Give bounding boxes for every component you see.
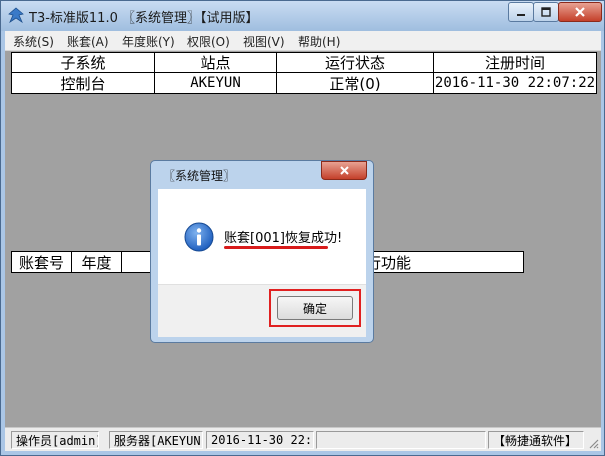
dialog-title: 〖系统管理〗 bbox=[163, 169, 236, 183]
close-icon bbox=[575, 7, 585, 17]
menu-view[interactable]: 视图(V) bbox=[243, 33, 285, 50]
dialog-message: 账套[001]恢复成功! bbox=[224, 231, 343, 246]
title-bar[interactable]: T3-标准版11.0 〖系统管理〗【试用版】 bbox=[1, 1, 604, 31]
status-operator: 操作员[admin] bbox=[11, 431, 99, 449]
column-header-year[interactable]: 年度 bbox=[72, 252, 122, 272]
resize-grip-icon[interactable] bbox=[587, 437, 599, 449]
column-header-status[interactable]: 运行状态 bbox=[277, 53, 434, 73]
table-cell-register-time[interactable]: 2016-11-30 22:07:22 bbox=[434, 73, 596, 93]
menu-help[interactable]: 帮助(H) bbox=[298, 33, 340, 50]
menu-permission[interactable]: 权限(O) bbox=[187, 33, 230, 50]
table-cell-status[interactable]: 正常(0) bbox=[277, 73, 434, 93]
red-underline-annotation bbox=[224, 246, 328, 249]
subsystem-table: 子系统 站点 运行状态 注册时间 控制台 AKEYUN 正常(0) 2016-1… bbox=[11, 52, 597, 94]
table-cell-subsystem[interactable]: 控制台 bbox=[12, 73, 155, 93]
app-logo-icon bbox=[8, 7, 24, 24]
table-cell-site[interactable]: AKEYUN bbox=[155, 73, 277, 93]
maximize-icon bbox=[541, 7, 551, 17]
minimize-button[interactable] bbox=[508, 2, 534, 22]
menu-bar: 系统(S) 账套(A) 年度账(Y) 权限(O) 视图(V) 帮助(H) bbox=[5, 31, 601, 51]
close-icon bbox=[339, 166, 349, 175]
ok-button-highlight-box: 确定 bbox=[269, 289, 361, 327]
status-empty-panel bbox=[316, 431, 486, 449]
info-icon bbox=[184, 222, 214, 252]
status-bar: 操作员[admin] 服务器[AKEYUN] 2016-11-30 22:13 … bbox=[5, 427, 601, 451]
menu-account-set[interactable]: 账套(A) bbox=[67, 33, 109, 50]
window-title: T3-标准版11.0 〖系统管理〗【试用版】 bbox=[29, 11, 259, 26]
status-brand: 【畅捷通软件】 bbox=[488, 431, 584, 449]
menu-system[interactable]: 系统(S) bbox=[13, 33, 54, 50]
column-header-subsystem[interactable]: 子系统 bbox=[12, 53, 155, 73]
menu-annual-account[interactable]: 年度账(Y) bbox=[122, 33, 175, 50]
status-datetime: 2016-11-30 22:13 bbox=[206, 431, 314, 449]
column-header-site[interactable]: 站点 bbox=[155, 53, 277, 73]
maximize-button[interactable] bbox=[533, 2, 559, 22]
column-header-account-no[interactable]: 账套号 bbox=[12, 252, 72, 272]
message-dialog: 〖系统管理〗 账套[001]恢复成功! 确定 bbox=[150, 160, 374, 343]
column-header-register-time[interactable]: 注册时间 bbox=[434, 53, 596, 73]
dialog-close-button[interactable] bbox=[321, 161, 367, 180]
status-server: 服务器[AKEYUN] bbox=[109, 431, 203, 449]
close-button[interactable] bbox=[558, 2, 602, 22]
minimize-icon bbox=[517, 14, 525, 16]
column-header-function[interactable]: 行功能 bbox=[362, 252, 523, 272]
dialog-body: 账套[001]恢复成功! 确定 bbox=[158, 189, 366, 337]
ok-button[interactable]: 确定 bbox=[277, 296, 353, 320]
